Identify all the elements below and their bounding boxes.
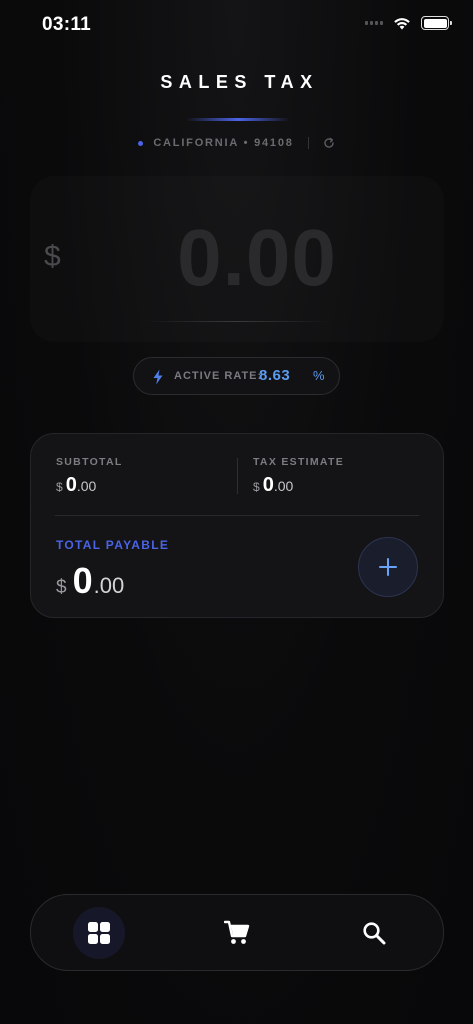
subtotal-value: $ 0.00 — [56, 474, 96, 497]
subtotal-currency: $ — [56, 480, 63, 494]
nav-item-search[interactable] — [348, 907, 400, 959]
cart-icon — [224, 920, 250, 944]
amount-input-card[interactable]: $ 0.00 — [30, 176, 444, 342]
nav-item-dashboard[interactable] — [73, 907, 125, 959]
tax-estimate-currency: $ — [253, 480, 260, 494]
subtotal-label: SUBTOTAL — [56, 456, 123, 468]
location-dot-icon — [138, 140, 144, 146]
total-payable-value: $ 0.00 — [56, 560, 124, 602]
status-bar: 03:11 — [0, 0, 473, 54]
status-time: 03:11 — [42, 14, 92, 35]
status-icons — [365, 16, 452, 30]
signal-icon — [365, 21, 383, 25]
search-icon — [363, 922, 386, 945]
page-title: SALES TAX — [160, 72, 319, 92]
total-currency: $ — [56, 577, 67, 598]
tax-estimate-label: TAX ESTIMATE — [253, 456, 345, 468]
location-separator — [307, 137, 309, 149]
refresh-icon[interactable] — [323, 137, 335, 149]
bottom-nav — [30, 894, 444, 971]
location-label: CALIFORNIA • 94108 — [153, 137, 294, 149]
amount-input[interactable]: 0.00 — [30, 212, 444, 304]
add-button[interactable] — [358, 537, 418, 597]
grid-icon — [88, 922, 110, 944]
battery-icon — [421, 16, 452, 30]
tax-estimate-value: $ 0.00 — [253, 474, 293, 497]
wifi-icon — [394, 18, 410, 30]
title-underline — [186, 118, 290, 121]
active-rate-value[interactable]: 8.63 — [259, 367, 290, 384]
total-payable-label: TOTAL PAYABLE — [56, 538, 170, 552]
active-rate-unit: % — [313, 368, 325, 383]
total-decimal: .00 — [93, 573, 125, 598]
active-rate-label: ACTIVE RATE: — [174, 370, 263, 382]
total-integer: 0 — [72, 560, 93, 601]
active-rate-pill[interactable]: ACTIVE RATE: 8.63 % — [133, 357, 340, 395]
summary-card: SUBTOTAL $ 0.00 TAX ESTIMATE $ 0.00 TOTA… — [30, 433, 444, 618]
subtotal-decimal: .00 — [76, 478, 97, 494]
amount-underline — [144, 321, 330, 322]
bolt-icon — [153, 369, 163, 385]
location-row[interactable]: CALIFORNIA • 94108 — [0, 137, 473, 149]
nav-item-cart[interactable] — [211, 907, 263, 959]
subtotal-integer: 0 — [65, 474, 77, 496]
summary-divider — [55, 515, 419, 516]
plus-icon — [379, 558, 397, 576]
tax-estimate-integer: 0 — [262, 474, 274, 496]
tax-estimate-decimal: .00 — [273, 478, 294, 494]
column-divider — [237, 458, 238, 494]
